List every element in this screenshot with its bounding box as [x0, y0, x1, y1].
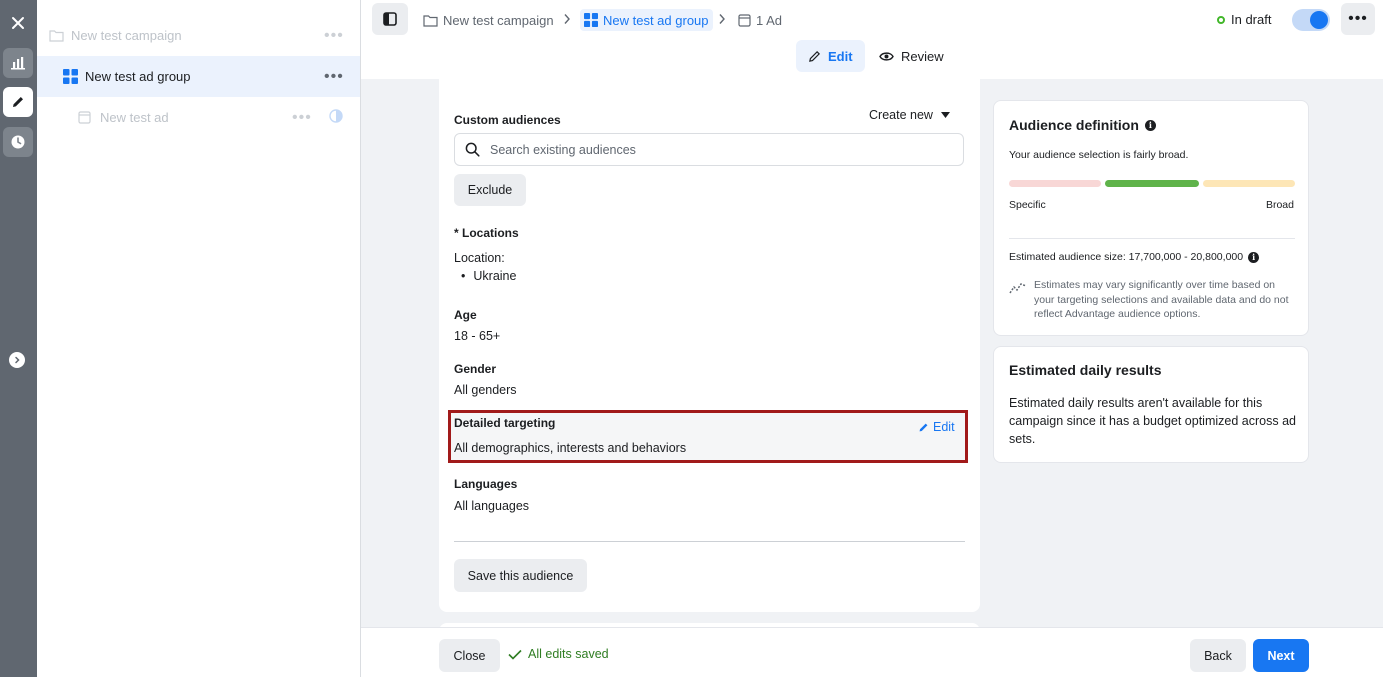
tree-item-label: New test campaign — [71, 28, 182, 43]
meter-label-broad: Broad — [1265, 199, 1294, 211]
breadcrumb-label: New test ad group — [603, 12, 709, 28]
audience-form-card: Custom audiences Create new Exclude * Lo… — [439, 79, 980, 612]
divider — [454, 541, 965, 542]
audience-size-text: Estimated audience size: 17,700,000 - 20… — [1009, 251, 1244, 263]
create-new-dropdown[interactable]: Create new — [869, 108, 950, 122]
clock-icon[interactable] — [3, 127, 33, 157]
location-item: • Ukraine — [461, 269, 516, 283]
divider — [1009, 238, 1295, 239]
left-rail — [0, 0, 37, 677]
detailed-targeting-edit-link[interactable]: Edit — [918, 420, 955, 434]
trend-icon — [1009, 283, 1027, 294]
more-options-button[interactable]: ••• — [1341, 3, 1375, 35]
tree-item-label: New test ad — [100, 110, 169, 125]
more-icon[interactable]: ••• — [292, 109, 312, 125]
search-audiences — [454, 133, 964, 166]
info-icon[interactable]: i — [1144, 119, 1156, 131]
tab-label: Review — [901, 48, 944, 64]
folder-icon — [423, 14, 438, 27]
tree-item-ad[interactable]: New test ad ••• — [37, 97, 360, 138]
tab-edit[interactable]: Edit — [796, 40, 865, 72]
estimated-results-card: Estimated daily results Estimated daily … — [993, 346, 1309, 463]
edit-label: Edit — [933, 420, 955, 434]
audience-title-text: Audience definition — [1009, 117, 1139, 133]
grid-icon — [584, 13, 598, 27]
grid-icon — [63, 69, 78, 84]
more-icon[interactable]: ••• — [324, 68, 344, 84]
exclude-button[interactable]: Exclude — [454, 174, 526, 206]
publish-toggle[interactable] — [1292, 9, 1330, 31]
detailed-targeting-title: Detailed targeting — [454, 416, 556, 430]
audience-meter-specific — [1009, 180, 1101, 187]
audience-meter-active — [1105, 180, 1199, 187]
close-icon[interactable] — [3, 8, 33, 38]
tree-item-label: New test ad group — [85, 69, 191, 84]
next-button[interactable]: Next — [1253, 639, 1309, 672]
footer-bar: Close All edits saved Back Next — [361, 627, 1383, 677]
chevron-right-icon — [564, 14, 570, 24]
location-value: Ukraine — [473, 269, 517, 283]
custom-audiences-title: Custom audiences — [454, 113, 561, 127]
languages-value: All languages — [454, 499, 530, 513]
save-status-text: All edits saved — [528, 647, 609, 661]
estimated-results-description: Estimated daily results aren't available… — [1009, 396, 1296, 446]
breadcrumb-ad[interactable]: 1 Ad — [738, 9, 782, 31]
eye-icon — [879, 51, 894, 61]
save-status: All edits saved — [508, 647, 609, 661]
audience-size: Estimated audience size: 17,700,000 - 20… — [1009, 251, 1260, 263]
bullet-icon: • — [461, 269, 466, 283]
create-new-label: Create new — [869, 108, 933, 122]
close-button[interactable]: Close — [439, 639, 500, 672]
breadcrumb-ad-group[interactable]: New test ad group — [580, 9, 713, 31]
tab-label: Edit — [828, 48, 853, 64]
content-area: Custom audiences Create new Exclude * Lo… — [361, 79, 1383, 633]
tab-review[interactable]: Review — [867, 40, 956, 72]
info-icon[interactable]: i — [1248, 251, 1260, 263]
ad-icon — [78, 111, 91, 124]
gender-title: Gender — [454, 362, 497, 376]
breadcrumb-label: New test campaign — [443, 12, 554, 28]
languages-title: Languages — [454, 477, 518, 491]
audience-note: Estimates may vary significantly over ti… — [1034, 279, 1289, 320]
pencil-icon — [919, 423, 928, 431]
half-circle-icon — [329, 109, 343, 126]
chevron-right-icon[interactable] — [9, 352, 25, 368]
campaign-tree: New test campaign ••• New test ad group … — [37, 0, 361, 677]
pencil-icon[interactable] — [3, 87, 33, 117]
folder-icon — [49, 29, 64, 42]
gender-value: All genders — [454, 383, 517, 397]
search-icon — [465, 142, 480, 157]
back-button[interactable]: Back — [1190, 639, 1246, 672]
age-title: Age — [454, 308, 477, 322]
meter-label-specific: Specific — [1009, 199, 1046, 211]
top-header: New test campaign New test ad group 1 Ad… — [361, 0, 1383, 79]
age-value: 18 - 65+ — [454, 329, 501, 343]
pencil-icon — [809, 50, 820, 62]
status-indicator: In draft — [1217, 12, 1271, 27]
location-label: Location: — [454, 251, 505, 265]
audience-definition-title: Audience definition i — [1009, 117, 1156, 133]
locations-title: * Locations — [454, 226, 519, 240]
checkmark-icon — [508, 649, 522, 660]
save-audience-button[interactable]: Save this audience — [454, 559, 587, 592]
ad-icon — [738, 13, 751, 27]
chevron-right-icon — [719, 14, 725, 24]
detailed-targeting-value: All demographics, interests and behavior… — [454, 441, 687, 455]
breadcrumb-campaign[interactable]: New test campaign — [423, 9, 554, 31]
audience-description: Your audience selection is fairly broad. — [1009, 149, 1189, 161]
caret-down-icon — [940, 112, 950, 118]
more-icon[interactable]: ••• — [324, 27, 344, 43]
tree-item-campaign[interactable]: New test campaign ••• — [37, 15, 360, 56]
estimated-results-title: Estimated daily results — [1009, 362, 1162, 378]
audience-definition-card: Audience definition i Your audience sele… — [993, 100, 1309, 336]
panel-toggle-icon[interactable] — [372, 3, 408, 35]
search-input[interactable] — [490, 142, 930, 157]
chart-icon[interactable] — [3, 48, 33, 78]
tree-item-ad-group[interactable]: New test ad group ••• — [37, 56, 360, 97]
audience-meter-broad — [1203, 180, 1295, 187]
status-label: In draft — [1231, 12, 1272, 27]
status-dot-icon — [1217, 15, 1225, 24]
breadcrumb-label: 1 Ad — [756, 12, 783, 28]
